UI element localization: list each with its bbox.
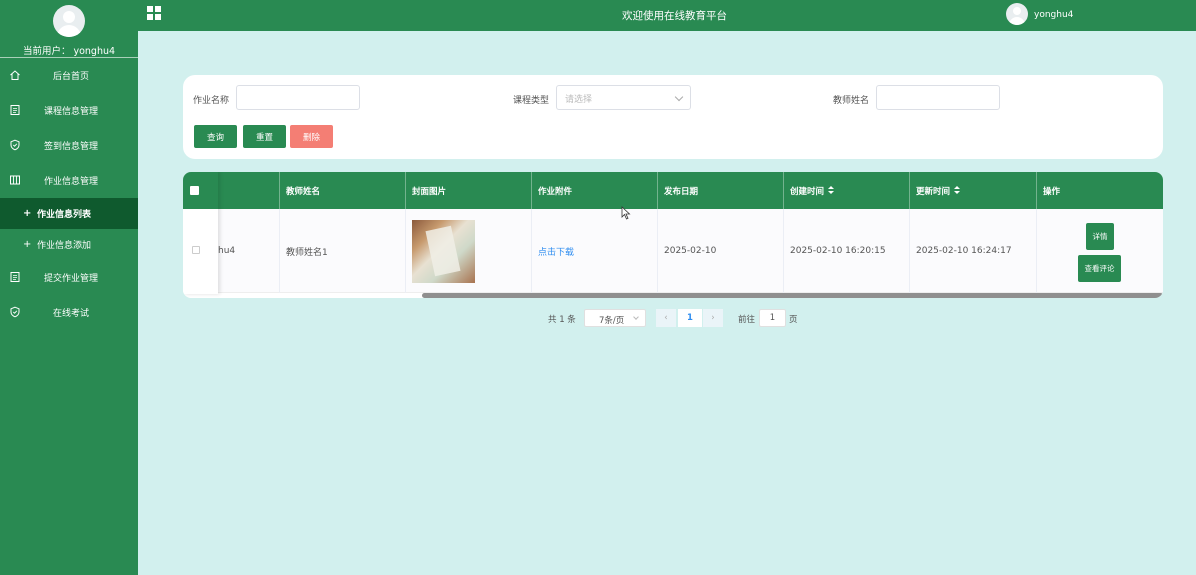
sidebar-menu: 后台首页 课程信息管理 签到信息管理 作业信息管理 + 作业信息列表 + 作业信…	[0, 58, 138, 330]
home-icon	[10, 70, 20, 80]
page-title: 欢迎使用在线教育平台	[622, 10, 727, 22]
goto-page-input[interactable]: 1	[759, 309, 786, 327]
table-header: 教师姓名 封面图片 作业附件 发布日期 创建时间 更新时间 操作	[183, 172, 1163, 209]
search-panel: 作业名称 课程类型 请选择 教师姓名 查询 重置 删除	[183, 75, 1163, 159]
column-header-label: 更新时间	[916, 186, 951, 197]
plus-icon: +	[23, 239, 32, 250]
cell-created-at: 2025-02-10 16:20:15	[784, 209, 910, 293]
current-user-label: 当前用户： yonghu4	[22, 46, 116, 57]
cell-cover	[406, 209, 532, 293]
column-header-teacher: 教师姓名	[280, 172, 406, 209]
pagination-total: 共 1 条	[548, 315, 576, 325]
grid-menu-icon[interactable]	[147, 6, 161, 20]
sidebar: 当前用户： yonghu4 后台首页 课程信息管理 签到信息管理 作业信息管理 …	[0, 0, 138, 575]
column-header-user	[218, 172, 280, 209]
sidebar-subitem-label: 作业信息添加	[37, 241, 92, 251]
sidebar-subitem-label: 作业信息列表	[37, 210, 92, 220]
sidebar-subitem-homework-add[interactable]: + 作业信息添加	[0, 229, 138, 260]
column-header-created[interactable]: 创建时间	[784, 172, 910, 209]
teacher-name-input[interactable]	[876, 85, 1000, 110]
homework-name-input[interactable]	[236, 85, 360, 110]
avatar[interactable]	[53, 5, 85, 37]
page-number-current[interactable]: 1	[678, 309, 702, 327]
table-row: hu4 教师姓名1 点击下载 2025-02-10 2025-02-10 16:…	[183, 209, 1163, 293]
chevron-down-icon	[633, 314, 639, 320]
document-icon	[10, 105, 20, 115]
homework-table: 教师姓名 封面图片 作业附件 发布日期 创建时间 更新时间 操作 hu4 教师姓…	[183, 172, 1163, 298]
sidebar-subitem-homework-list[interactable]: + 作业信息列表	[0, 198, 138, 229]
page-size-select[interactable]: 7条/页	[584, 309, 646, 327]
column-header-attachment: 作业附件	[532, 172, 658, 209]
topbar-username[interactable]: yonghu4	[1034, 10, 1073, 20]
horizontal-scrollbar[interactable]	[422, 293, 1163, 298]
chevron-left-icon: ‹	[664, 313, 668, 323]
cell-attachment: 点击下载	[532, 209, 658, 293]
column-header-cover: 封面图片	[406, 172, 532, 209]
selection-column	[183, 172, 218, 294]
pagination: 共 1 条 7条/页 ‹ 1 › 前往 1 页	[0, 309, 1196, 327]
course-type-select[interactable]: 请选择	[556, 85, 691, 110]
row-checkbox[interactable]	[192, 246, 200, 254]
selection-header	[183, 172, 218, 209]
cell-teacher-name: 教师姓名1	[280, 209, 406, 293]
download-link[interactable]: 点击下载	[538, 245, 574, 258]
next-page-button[interactable]: ›	[703, 309, 723, 327]
topbar: 欢迎使用在线教育平台 yonghu4	[138, 0, 1196, 31]
query-button[interactable]: 查询	[194, 125, 237, 148]
shield-icon	[10, 139, 20, 151]
reset-button[interactable]: 重置	[243, 125, 286, 148]
teacher-name-label: 教师姓名	[833, 96, 870, 106]
sidebar-item-submit-homework[interactable]: 提交作业管理	[0, 260, 138, 295]
chevron-right-icon: ›	[711, 313, 715, 323]
column-header-publish-date: 发布日期	[658, 172, 784, 209]
columns-icon	[10, 175, 20, 185]
homework-name-label: 作业名称	[193, 96, 230, 106]
column-header-label: 创建时间	[790, 186, 825, 197]
cell-user: hu4	[218, 209, 280, 293]
view-comments-button[interactable]: 查看评论	[1078, 255, 1121, 282]
cell-actions: 详情 查看评论	[1037, 209, 1163, 293]
course-type-placeholder: 请选择	[565, 95, 593, 105]
cell-publish-date: 2025-02-10	[658, 209, 784, 293]
goto-label: 前往	[738, 315, 756, 325]
page-size-value: 7条/页	[599, 316, 625, 326]
mouse-cursor-icon	[621, 206, 631, 220]
chevron-down-icon	[674, 92, 684, 102]
sort-icon[interactable]	[954, 186, 961, 195]
sidebar-item-course[interactable]: 课程信息管理	[0, 93, 138, 128]
detail-button[interactable]: 详情	[1086, 223, 1114, 250]
course-type-label: 课程类型	[513, 96, 550, 106]
column-header-actions: 操作	[1043, 186, 1061, 197]
select-all-checkbox[interactable]	[190, 186, 199, 195]
sort-icon[interactable]	[828, 186, 835, 195]
prev-page-button[interactable]: ‹	[656, 309, 676, 327]
avatar[interactable]	[1006, 3, 1028, 25]
sidebar-item-home[interactable]: 后台首页	[0, 58, 138, 93]
document-icon	[10, 272, 20, 282]
page-suffix-label: 页	[789, 315, 798, 325]
sidebar-item-checkin[interactable]: 签到信息管理	[0, 128, 138, 163]
cell-updated-at: 2025-02-10 16:24:17	[910, 209, 1037, 293]
sidebar-user-block: 当前用户： yonghu4	[0, 0, 138, 58]
delete-button[interactable]: 删除	[290, 125, 333, 148]
sidebar-item-homework[interactable]: 作业信息管理	[0, 163, 138, 198]
cover-image[interactable]	[412, 219, 475, 283]
column-header-updated[interactable]: 更新时间	[910, 172, 1037, 209]
plus-icon: +	[23, 208, 32, 219]
